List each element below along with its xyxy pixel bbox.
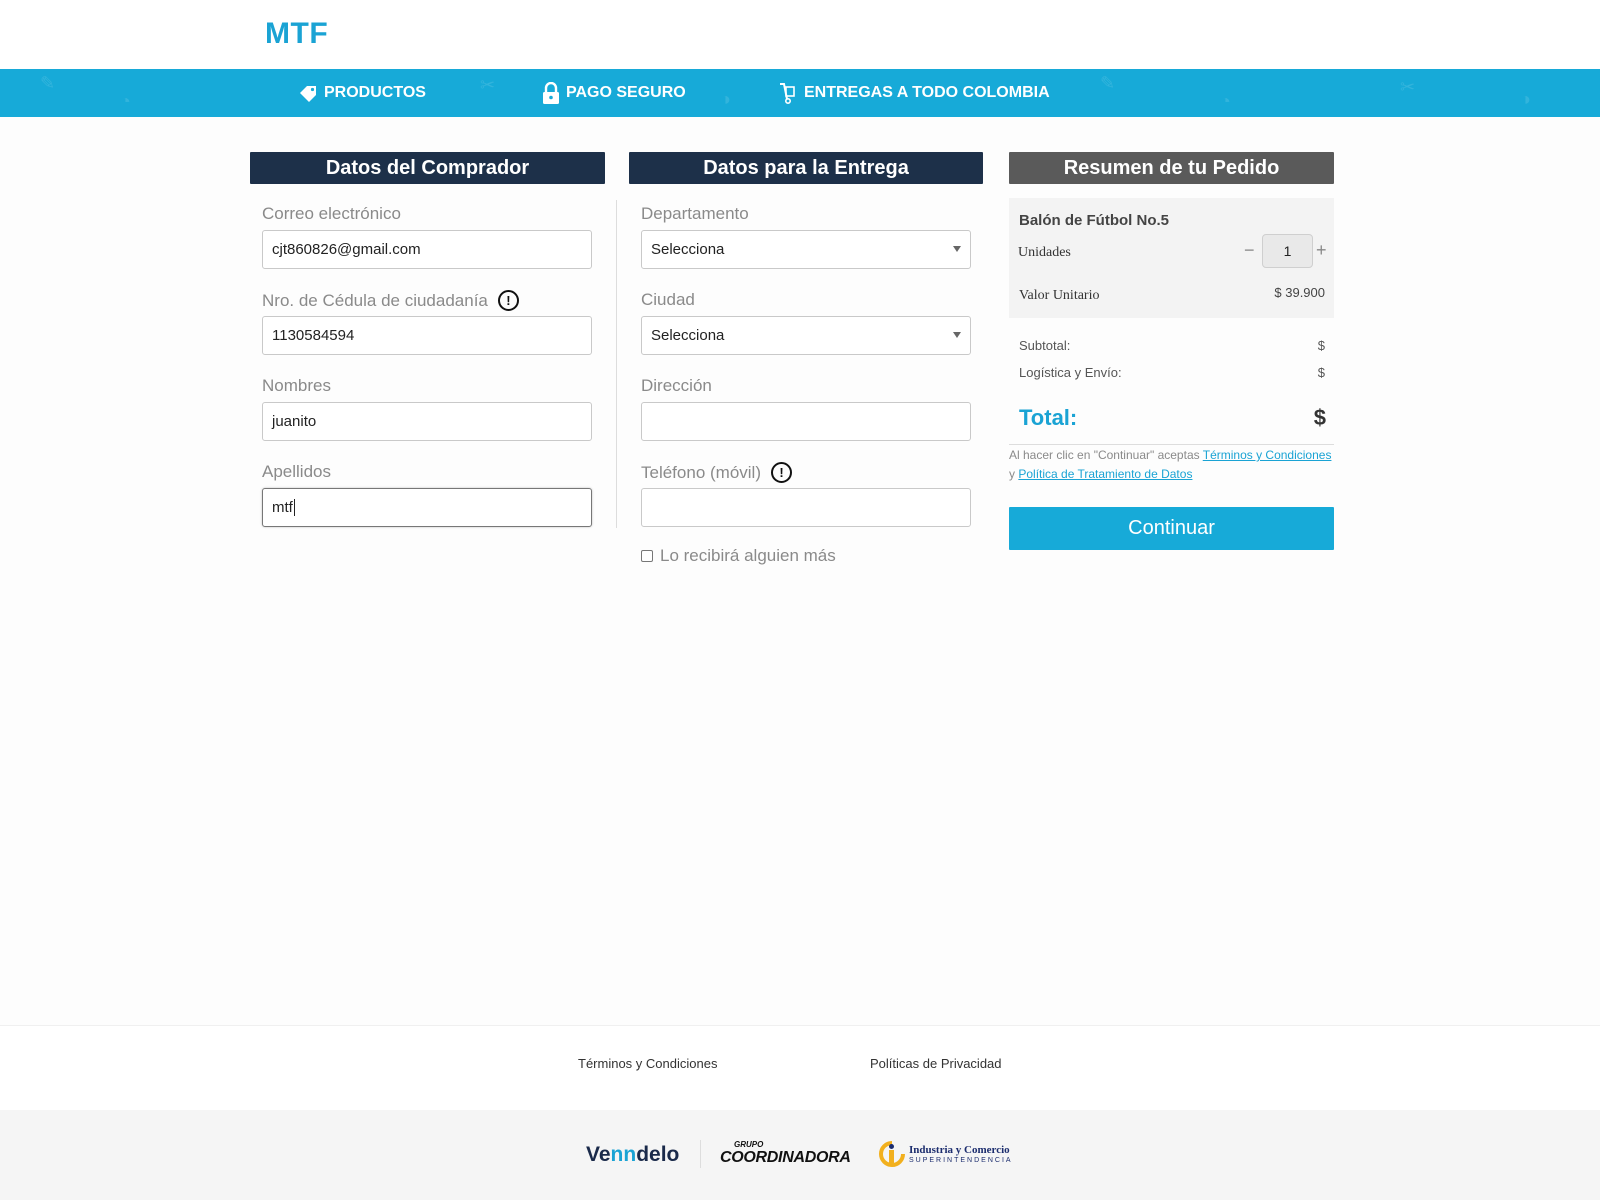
- quantity-decrement-button[interactable]: −: [1244, 240, 1255, 260]
- apellidos-field[interactable]: mtf: [262, 488, 592, 527]
- vendelo-logo-part: delo: [636, 1143, 680, 1166]
- departamento-label-text: Departamento: [641, 204, 749, 223]
- unit-price-label: Valor Unitario: [1019, 288, 1100, 303]
- direccion-label-text: Dirección: [641, 376, 712, 395]
- apellidos-label-text: Apellidos: [262, 462, 331, 481]
- privacy-policy-link[interactable]: Política de Tratamiento de Datos: [1018, 467, 1192, 481]
- sic-logo-line2: SUPERINTENDENCIA: [909, 1157, 1013, 1164]
- dropdown-arrow-icon: [953, 246, 961, 252]
- terms-link[interactable]: Términos y Condiciones: [1203, 448, 1332, 462]
- departamento-label: Departamento: [641, 204, 749, 224]
- telefono-field[interactable]: [641, 488, 971, 527]
- pattern-decoration: ◔: [120, 91, 131, 111]
- pattern-decoration: ✂: [1400, 77, 1416, 97]
- total-value: $: [1313, 405, 1326, 430]
- sic-emblem-icon: [879, 1141, 905, 1167]
- telefono-label-text: Teléfono (móvil): [641, 462, 761, 482]
- vendelo-logo[interactable]: Venndelo: [586, 1143, 679, 1167]
- terms-prefix: Al hacer clic en "Continuar" aceptas: [1009, 448, 1203, 462]
- vendelo-logo-part: Ve: [586, 1143, 611, 1166]
- total-label: Total:: [1019, 405, 1078, 430]
- lock-icon: [542, 82, 560, 104]
- footer-terms-link[interactable]: Términos y Condiciones: [578, 1056, 717, 1071]
- subtotal-label: Subtotal:: [1019, 338, 1071, 353]
- telefono-label: Teléfono (móvil) !: [641, 462, 792, 483]
- apellidos-value: mtf: [272, 499, 293, 516]
- direccion-label: Dirección: [641, 376, 712, 396]
- brand-logo[interactable]: MTF: [265, 17, 328, 51]
- hand-truck-icon: [778, 82, 798, 104]
- pattern-decoration: ◑: [720, 89, 731, 109]
- ciudad-label-text: Ciudad: [641, 290, 695, 309]
- pattern-decoration: ◔: [1220, 91, 1231, 111]
- nav-label: PAGO SEGURO: [566, 84, 686, 101]
- nav-item-entregas[interactable]: ENTREGAS A TODO COLOMBIA: [778, 69, 1050, 117]
- ciudad-label: Ciudad: [641, 290, 695, 310]
- email-value: cjt860826@gmail.com: [272, 241, 421, 258]
- terms-middle: y: [1009, 467, 1019, 481]
- text-caret: [293, 499, 295, 516]
- departamento-select[interactable]: Selecciona: [641, 230, 971, 269]
- otro-receptor-row[interactable]: Lo recibirá alguien más: [641, 546, 836, 566]
- quantity-stepper[interactable]: 1: [1262, 234, 1313, 268]
- cedula-label-text: Nro. de Cédula de ciudadanía: [262, 290, 488, 310]
- terms-notice: Al hacer clic en "Continuar" aceptas Tér…: [1009, 446, 1334, 484]
- cedula-label: Nro. de Cédula de ciudadanía !: [262, 290, 519, 311]
- pattern-decoration: ✎: [40, 73, 56, 93]
- sic-logo[interactable]: Industria y Comercio SUPERINTENDENCIA: [879, 1141, 1013, 1169]
- summary-section-header: Resumen de tu Pedido: [1009, 152, 1334, 184]
- pattern-decoration: ✂: [480, 75, 496, 95]
- email-field[interactable]: cjt860826@gmail.com: [262, 230, 592, 269]
- footer-privacy-link[interactable]: Políticas de Privacidad: [870, 1056, 1002, 1071]
- total-divider: [1009, 444, 1334, 445]
- buyer-section-header: Datos del Comprador: [250, 152, 605, 184]
- column-divider: [616, 200, 617, 528]
- otro-receptor-checkbox[interactable]: [641, 550, 653, 562]
- nav-label: PRODUCTOS: [324, 84, 426, 101]
- coordinadora-logo-small: GRUPO: [734, 1140, 764, 1149]
- cedula-field[interactable]: 1130584594: [262, 316, 592, 355]
- footer-links: Términos y Condiciones Políticas de Priv…: [0, 1025, 1600, 1110]
- direccion-field[interactable]: [641, 402, 971, 441]
- otro-receptor-label: Lo recibirá alguien más: [660, 546, 836, 565]
- ciudad-value: Selecciona: [651, 327, 725, 344]
- footer-logos: Venndelo GRUPO COORDINADORA Industria y …: [0, 1110, 1600, 1200]
- pattern-decoration: ◑: [1520, 89, 1531, 109]
- units-label: Unidades: [1018, 245, 1071, 260]
- delivery-section-header: Datos para la Entrega: [629, 152, 983, 184]
- nombres-label: Nombres: [262, 376, 331, 396]
- nav-item-pago-seguro[interactable]: PAGO SEGURO: [542, 69, 686, 117]
- departamento-value: Selecciona: [651, 241, 725, 258]
- continue-button[interactable]: Continuar: [1009, 507, 1334, 550]
- email-label: Correo electrónico: [262, 204, 401, 224]
- ciudad-select[interactable]: Selecciona: [641, 316, 971, 355]
- shipping-value: $: [1317, 365, 1325, 380]
- nombres-value: juanito: [272, 413, 317, 430]
- dropdown-arrow-icon: [953, 332, 961, 338]
- info-icon[interactable]: !: [771, 462, 792, 483]
- shipping-label: Logística y Envío:: [1019, 365, 1122, 380]
- pattern-decoration: ✎: [1100, 73, 1116, 93]
- subtotal-value: $: [1317, 338, 1325, 353]
- sic-logo-line1: Industria y Comercio: [909, 1144, 1010, 1156]
- logo-separator: [700, 1140, 701, 1168]
- coordinadora-logo[interactable]: GRUPO COORDINADORA: [720, 1140, 851, 1167]
- cedula-value: 1130584594: [272, 327, 355, 344]
- nav-band: ✎ ◔ ✂ ◑ ✎ ◔ ✂ ◑ PRODUCTOS PAGO SEGURO EN…: [0, 69, 1600, 117]
- email-label-text: Correo electrónico: [262, 204, 401, 223]
- unit-price-value: $ 39.900: [1274, 285, 1325, 300]
- tag-icon: [298, 84, 318, 102]
- nombres-label-text: Nombres: [262, 376, 331, 395]
- nav-label: ENTREGAS A TODO COLOMBIA: [804, 84, 1050, 101]
- top-bar: MTF: [0, 0, 1600, 69]
- apellidos-label: Apellidos: [262, 462, 331, 482]
- vendelo-logo-part: nn: [610, 1143, 637, 1166]
- info-icon[interactable]: !: [497, 290, 519, 311]
- nombres-field[interactable]: juanito: [262, 402, 592, 441]
- nav-item-productos[interactable]: PRODUCTOS: [298, 69, 426, 117]
- coordinadora-logo-name: COORDINADORA: [720, 1149, 851, 1166]
- product-name: Balón de Fútbol No.5: [1019, 212, 1169, 229]
- quantity-increment-button[interactable]: +: [1316, 240, 1327, 260]
